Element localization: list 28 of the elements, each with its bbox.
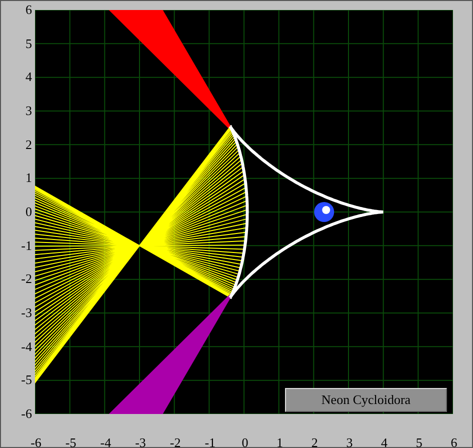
y-tick-label: 0 [26, 204, 32, 220]
x-tick-label: 4 [380, 435, 389, 448]
neon-cycloidora-button[interactable]: Neon Cycloidora [285, 388, 447, 412]
x-tick-label: 1 [276, 435, 284, 448]
y-tick-label: 5 [26, 36, 32, 52]
y-tick-label: 3 [26, 102, 32, 119]
y-tick-label: -2 [21, 271, 32, 288]
x-tick-label: 6 [450, 435, 458, 448]
y-tick-label: 2 [26, 136, 32, 153]
x-tick-label: -6 [30, 435, 42, 448]
y-tick-label: -4 [21, 338, 32, 355]
x-tick-label: 5 [414, 435, 424, 448]
x-tick-label: 3 [345, 435, 354, 448]
y-tick-label: -6 [21, 406, 32, 422]
x-tick-label: -3 [134, 435, 147, 448]
y-tick-label: 1 [26, 170, 32, 186]
y-tick-label: 4 [26, 69, 32, 86]
x-tick-label: 0 [240, 435, 250, 448]
y-tick-label: -5 [21, 372, 32, 388]
y-tick-label: 6 [26, 2, 32, 18]
x-tick-label: -4 [99, 435, 112, 448]
x-tick-label: -2 [168, 435, 182, 448]
x-tick-label: -5 [64, 435, 78, 448]
y-tick-label: -1 [21, 238, 32, 254]
x-tick-label: 2 [310, 435, 319, 448]
x-tick-label: -1 [204, 435, 217, 448]
y-tick-label: -3 [21, 304, 32, 321]
ball-icon [314, 202, 334, 222]
